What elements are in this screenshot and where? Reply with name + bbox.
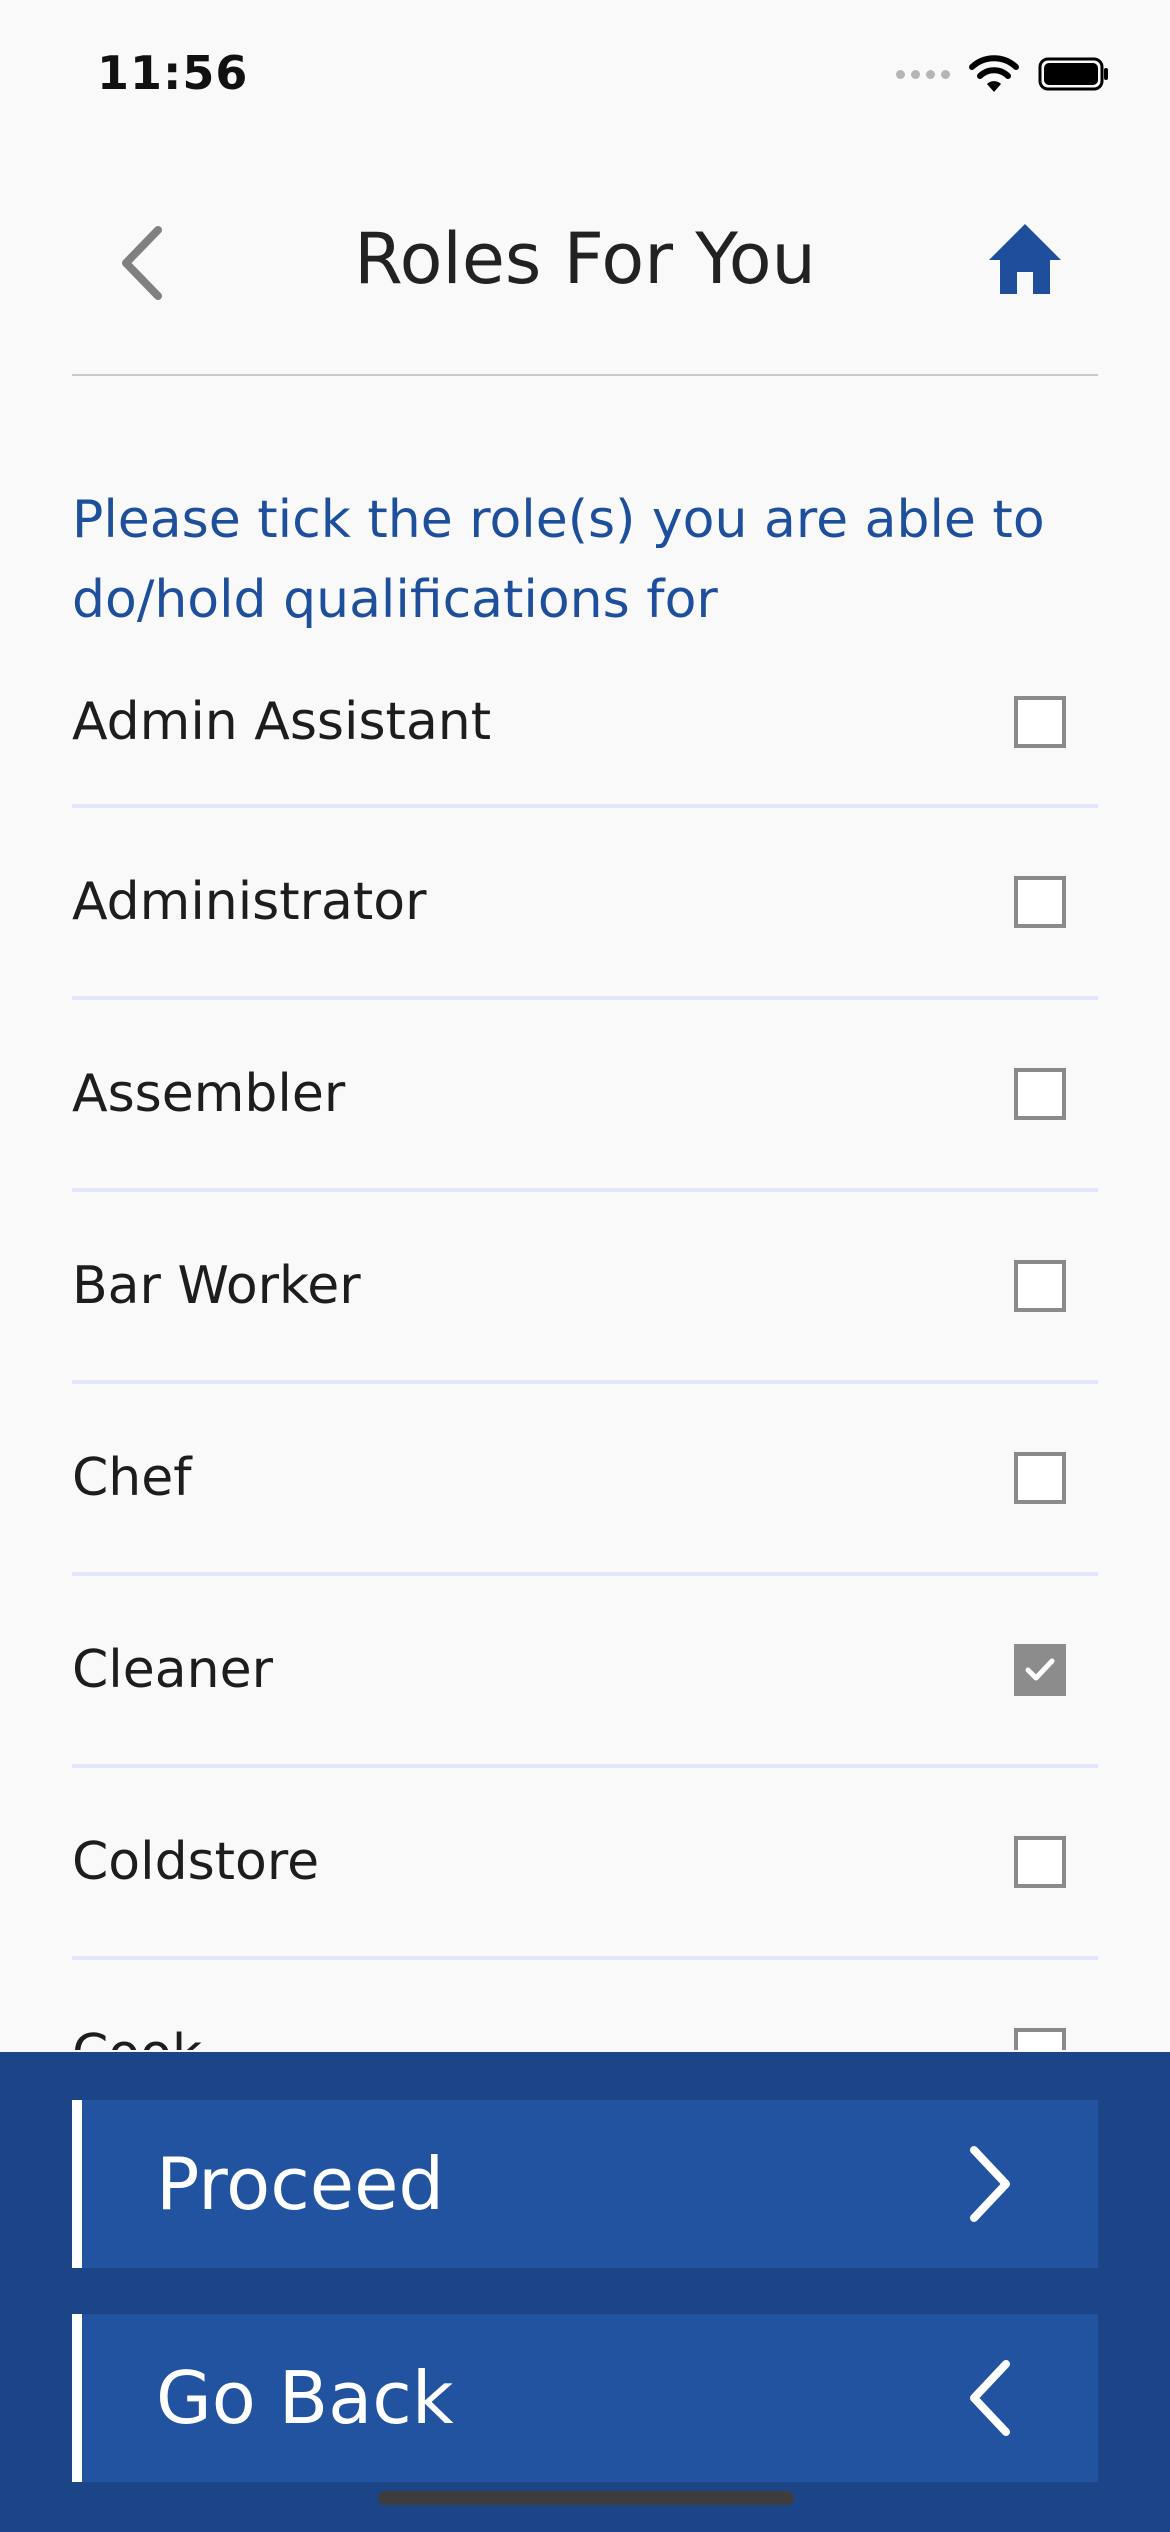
role-item-chef[interactable]: Chef (72, 1384, 1098, 1576)
role-item-coldstore[interactable]: Coldstore (72, 1768, 1098, 1960)
role-checkbox[interactable] (1014, 1644, 1066, 1696)
home-button[interactable] (985, 220, 1065, 300)
go-back-button[interactable]: Go Back (72, 2314, 1098, 2482)
role-label: Chef (72, 1448, 192, 1508)
role-label: Cook (72, 2024, 202, 2050)
role-item-bar-worker[interactable]: Bar Worker (72, 1192, 1098, 1384)
role-checkbox[interactable] (1014, 1836, 1066, 1888)
header: Roles For You (0, 180, 1170, 340)
chevron-right-icon (970, 2146, 1010, 2222)
role-label: Coldstore (72, 1832, 320, 1892)
header-divider (72, 374, 1098, 376)
checkmark-icon (1025, 1658, 1055, 1681)
role-checkbox[interactable] (1014, 1452, 1066, 1504)
status-time: 11:56 (97, 46, 249, 100)
role-checkbox[interactable] (1014, 1068, 1066, 1120)
role-item-cleaner[interactable]: Cleaner (72, 1576, 1098, 1768)
proceed-label: Proceed (156, 2142, 445, 2226)
status-bar: 11:56 (0, 0, 1170, 150)
button-accent-bar (72, 2100, 82, 2268)
battery-icon (1038, 57, 1108, 91)
role-checkbox[interactable] (1014, 1260, 1066, 1312)
bottom-action-panel: Proceed Go Back (0, 2052, 1170, 2532)
role-item-admin-assistant[interactable]: Admin Assistant (72, 640, 1098, 808)
home-indicator[interactable] (378, 2491, 794, 2505)
role-item-cook[interactable]: Cook (72, 1960, 1098, 2050)
role-label: Admin Assistant (72, 692, 492, 752)
role-item-assembler[interactable]: Assembler (72, 1000, 1098, 1192)
chevron-left-icon (970, 2360, 1010, 2436)
role-checkbox[interactable] (1014, 2028, 1066, 2050)
role-label: Bar Worker (72, 1256, 361, 1316)
role-label: Assembler (72, 1064, 346, 1124)
role-item-administrator[interactable]: Administrator (72, 808, 1098, 1000)
button-accent-bar (72, 2314, 82, 2482)
status-icons (896, 52, 1110, 96)
role-checkbox[interactable] (1014, 876, 1066, 928)
role-label: Cleaner (72, 1640, 273, 1700)
home-icon (989, 224, 1061, 294)
role-label: Administrator (72, 872, 427, 932)
go-back-label: Go Back (156, 2356, 454, 2440)
wifi-icon (969, 55, 1019, 92)
instruction-text: Please tick the role(s) you are able to … (72, 490, 1045, 630)
role-list: Admin Assistant Administrator Assembler … (72, 640, 1098, 2050)
role-checkbox[interactable] (1014, 696, 1066, 748)
cellular-signal-icon (896, 69, 950, 79)
proceed-button[interactable]: Proceed (72, 2100, 1098, 2268)
